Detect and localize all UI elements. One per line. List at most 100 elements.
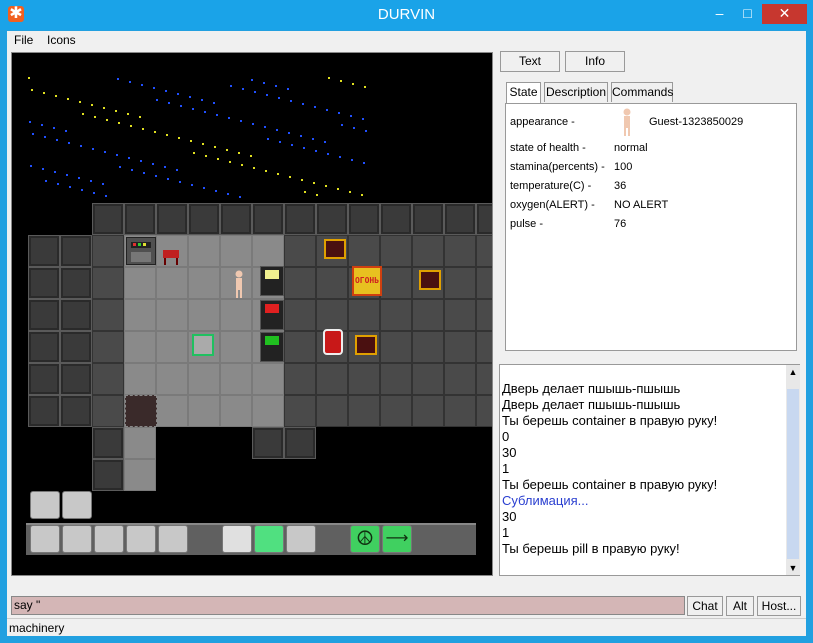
machine-yellow[interactable] [260, 266, 284, 296]
star [304, 191, 306, 193]
minimize-button[interactable]: – [706, 4, 733, 24]
game-map[interactable]: ОГОНЬ ☮ ⟶ [11, 52, 493, 576]
map-tile [156, 267, 188, 299]
machine-red[interactable] [260, 300, 284, 330]
map-tile [60, 299, 92, 331]
star [313, 182, 315, 184]
hud-slot-belt[interactable] [94, 525, 124, 553]
map-tile [124, 459, 156, 491]
menu-file[interactable]: File [14, 33, 33, 47]
map-tile [252, 363, 284, 395]
host-button[interactable]: Host... [757, 596, 801, 616]
star [42, 168, 44, 170]
map-tile [60, 363, 92, 395]
walk-run-icon[interactable]: ⟶ [382, 525, 412, 553]
star [127, 113, 129, 115]
info-button[interactable]: Info [565, 51, 625, 72]
map-tile [380, 267, 412, 299]
map-tile [220, 395, 252, 427]
hud-slot-empty[interactable] [222, 525, 252, 553]
chat-line: Ты берешь pill в правую руку! [502, 541, 680, 556]
map-tile [476, 299, 492, 331]
peace-icon[interactable]: ☮ [350, 525, 380, 553]
star [176, 169, 178, 171]
star [303, 147, 305, 149]
map-tile [60, 331, 92, 363]
star [131, 169, 133, 171]
chat-output[interactable]: Дверь делает пшышь-пшышь Дверь делает пш… [499, 364, 800, 576]
map-tile [380, 363, 412, 395]
star [102, 183, 104, 185]
star [41, 124, 43, 126]
star [302, 103, 304, 105]
star [229, 161, 231, 163]
star [178, 137, 180, 139]
star [279, 141, 281, 143]
star [91, 104, 93, 106]
map-tile [92, 203, 124, 235]
menu-icons[interactable]: Icons [47, 33, 76, 47]
map-tile [348, 363, 380, 395]
map-tile [252, 235, 284, 267]
chat-button[interactable]: Chat [687, 596, 723, 616]
map-tile [284, 235, 316, 267]
state-panel: appearance - Guest-1323850029 state of h… [505, 103, 797, 351]
player-character[interactable] [234, 270, 244, 298]
star [53, 127, 55, 129]
star [105, 195, 107, 197]
fire-sign[interactable]: ОГОНЬ [352, 266, 382, 296]
scroll-down-icon[interactable]: ▼ [786, 561, 800, 575]
title-bar[interactable]: ✱ DURVIN – □ ✕ [0, 0, 813, 30]
control-console[interactable] [126, 237, 156, 265]
hud-resist-button[interactable] [30, 491, 60, 519]
text-button[interactable]: Text [500, 51, 560, 72]
machine-green[interactable] [260, 332, 284, 362]
map-tile [92, 363, 124, 395]
tab-description[interactable]: Description [544, 82, 608, 102]
hud-slot-hand[interactable] [62, 525, 92, 553]
tab-state[interactable]: State [506, 82, 541, 103]
alt-button[interactable]: Alt [726, 596, 754, 616]
red-canister[interactable] [323, 329, 343, 355]
map-tile [220, 299, 252, 331]
close-button[interactable]: ✕ [762, 4, 807, 24]
map-tile [380, 235, 412, 267]
chat-scrollbar[interactable]: ▲ ▼ [786, 365, 800, 575]
tab-commands[interactable]: Commands [611, 82, 673, 102]
star [106, 119, 108, 121]
star [65, 130, 67, 132]
scroll-up-icon[interactable]: ▲ [786, 365, 800, 379]
red-chair[interactable] [162, 249, 180, 265]
command-input[interactable]: say " [11, 596, 685, 615]
star [67, 98, 69, 100]
map-tile [284, 427, 316, 459]
hud-slot-active[interactable] [254, 525, 284, 553]
star [78, 177, 80, 179]
map-tile [92, 459, 124, 491]
hud-intent-button[interactable] [286, 525, 316, 553]
chat-line: Ты берешь container в правую руку! [502, 413, 718, 428]
star [90, 180, 92, 182]
hud-slot-suit[interactable] [30, 525, 60, 553]
hud-slot-back[interactable] [158, 525, 188, 553]
map-tile [124, 203, 156, 235]
maximize-button[interactable]: □ [734, 4, 761, 24]
floor-device[interactable] [192, 334, 214, 356]
map-tile [476, 203, 492, 235]
star [362, 118, 364, 120]
crate[interactable] [419, 270, 441, 290]
map-tile [60, 267, 92, 299]
hud-slot-pocket[interactable] [126, 525, 156, 553]
star [252, 123, 254, 125]
star [327, 153, 329, 155]
star [32, 133, 34, 135]
temperature-value: 36 [614, 180, 627, 192]
star [79, 101, 81, 103]
star [179, 181, 181, 183]
hud-rest-button[interactable] [62, 491, 92, 519]
crate[interactable] [324, 239, 346, 259]
crate[interactable] [355, 335, 377, 355]
map-tile [188, 363, 220, 395]
map-tile [444, 395, 476, 427]
scroll-thumb[interactable] [787, 389, 799, 559]
